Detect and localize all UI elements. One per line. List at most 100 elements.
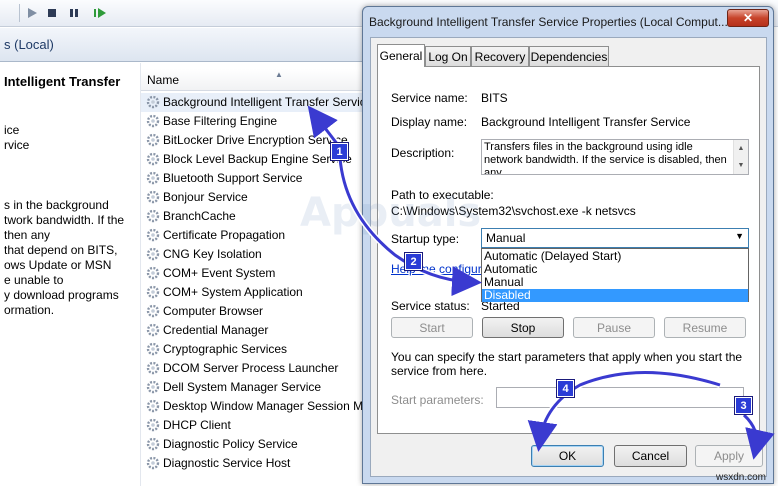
service-row[interactable]: Credential Manager <box>141 321 362 340</box>
service-name: Block Level Backup Engine Service <box>163 152 352 166</box>
sort-arrow-icon: ▲ <box>275 70 283 79</box>
properties-dialog: Background Intelligent Transfer Service … <box>362 6 774 484</box>
close-button[interactable]: ✕ <box>727 9 769 27</box>
gear-icon <box>146 95 160 109</box>
service-row[interactable]: Dell System Manager Service <box>141 378 362 397</box>
service-row[interactable]: Diagnostic Service Host <box>141 454 362 473</box>
gear-icon <box>146 323 160 337</box>
service-name-label: Service name: <box>391 91 468 105</box>
chevron-down-icon: ▼ <box>735 231 744 241</box>
gear-icon <box>146 399 160 413</box>
gear-icon <box>146 190 160 204</box>
cancel-button[interactable]: Cancel <box>614 445 687 467</box>
service-row[interactable]: Diagnostic Policy Service <box>141 435 362 454</box>
scroll-up-icon: ▲ <box>737 145 745 152</box>
pause-button[interactable]: Pause <box>573 317 655 338</box>
service-name: Cryptographic Services <box>163 342 288 356</box>
watermark: Appuals <box>300 190 482 236</box>
step-badge-4: 4 <box>556 379 575 398</box>
gear-icon <box>146 133 160 147</box>
service-name: Desktop Window Manager Session Manager <box>163 399 362 413</box>
gear-icon <box>146 228 160 242</box>
service-row[interactable]: COM+ Event System <box>141 264 362 283</box>
gear-icon <box>146 304 160 318</box>
pause-icon <box>70 9 78 17</box>
service-row[interactable]: DHCP Client <box>141 416 362 435</box>
service-row[interactable]: Bluetooth Support Service <box>141 169 362 188</box>
service-name: Diagnostic Policy Service <box>163 437 298 451</box>
service-row[interactable]: COM+ System Application <box>141 283 362 302</box>
selected-service-title: Intelligent Transfer <box>4 74 121 89</box>
service-row[interactable]: Cryptographic Services <box>141 340 362 359</box>
service-name: BranchCache <box>163 209 236 223</box>
start-service-button[interactable] <box>24 5 40 21</box>
gear-icon <box>146 380 160 394</box>
service-name: Bluetooth Support Service <box>163 171 303 185</box>
tab-recovery[interactable]: Recovery <box>471 46 529 66</box>
pane-line: s in the background <box>4 198 109 212</box>
service-row[interactable]: Background Intelligent Transfer Service <box>141 93 362 112</box>
service-row[interactable]: BitLocker Drive Encryption Service <box>141 131 362 150</box>
gear-icon <box>146 418 160 432</box>
service-description-pane: Intelligent Transfer ice rvice s in the … <box>0 63 140 486</box>
column-header-name[interactable]: ▲ Name <box>141 69 362 91</box>
gear-icon <box>146 266 160 280</box>
service-name: CNG Key Isolation <box>163 247 262 261</box>
tab-log-on[interactable]: Log On <box>425 46 471 66</box>
option-disabled[interactable]: Disabled <box>482 289 748 302</box>
service-status-label: Service status: <box>391 299 470 313</box>
stop-icon <box>48 9 56 17</box>
gear-icon <box>146 171 160 185</box>
pause-service-button[interactable] <box>66 5 82 21</box>
apply-button[interactable]: Apply <box>695 445 763 467</box>
service-row[interactable]: Computer Browser <box>141 302 362 321</box>
stop-button[interactable]: Stop <box>482 317 564 338</box>
stop-service-button[interactable] <box>44 5 60 21</box>
play-icon <box>28 8 37 18</box>
service-name: Credential Manager <box>163 323 269 337</box>
resume-button[interactable]: Resume <box>664 317 746 338</box>
restart-icon <box>94 8 106 18</box>
step-badge-2: 2 <box>404 252 423 271</box>
pane-line: then any <box>4 228 51 242</box>
service-row[interactable]: Block Level Backup Engine Service <box>141 150 362 169</box>
start-params-label: Start parameters: <box>391 393 484 407</box>
service-name: Computer Browser <box>163 304 264 318</box>
gear-icon <box>146 285 160 299</box>
service-name: DCOM Server Process Launcher <box>163 361 339 375</box>
gear-icon <box>146 456 160 470</box>
description-text: Transfers files in the background using … <box>484 141 727 175</box>
gear-icon <box>146 114 160 128</box>
description-scrollbar[interactable]: ▲ ▼ <box>733 140 748 174</box>
startup-type-select[interactable]: Manual ▼ <box>481 228 749 248</box>
service-name: DHCP Client <box>163 418 231 432</box>
tab-general[interactable]: General <box>377 44 425 67</box>
service-name: Base Filtering Engine <box>163 114 278 128</box>
console-title: s (Local) <box>4 37 54 52</box>
pane-line: ice <box>4 123 20 137</box>
gear-icon <box>146 247 160 261</box>
description-label: Description: <box>391 146 455 160</box>
tab-dependencies[interactable]: Dependencies <box>529 46 609 66</box>
description-box[interactable]: Transfers files in the background using … <box>481 139 749 175</box>
step-badge-1: 1 <box>330 142 349 161</box>
general-tab-panel: Service name: BITS Display name: Backgro… <box>377 66 760 434</box>
service-row[interactable]: CNG Key Isolation <box>141 245 362 264</box>
start-button[interactable]: Start <box>391 317 473 338</box>
gear-icon <box>146 361 160 375</box>
scroll-down-icon: ▼ <box>737 162 745 169</box>
start-params-input[interactable] <box>496 387 744 408</box>
pane-line: rvice <box>4 138 30 152</box>
pane-line: ows Update or MSN <box>4 258 112 272</box>
service-row[interactable]: Desktop Window Manager Session Manager <box>141 397 362 416</box>
step-badge-3: 3 <box>734 396 753 415</box>
console-header: s (Local) <box>0 28 362 62</box>
gear-icon <box>146 437 160 451</box>
ok-button[interactable]: OK <box>531 445 604 467</box>
service-name: COM+ System Application <box>163 285 303 299</box>
restart-service-button[interactable] <box>92 5 108 21</box>
service-name: BitLocker Drive Encryption Service <box>163 133 348 147</box>
column-header-label: Name <box>147 73 180 87</box>
service-row[interactable]: DCOM Server Process Launcher <box>141 359 362 378</box>
service-row[interactable]: Base Filtering Engine <box>141 112 362 131</box>
